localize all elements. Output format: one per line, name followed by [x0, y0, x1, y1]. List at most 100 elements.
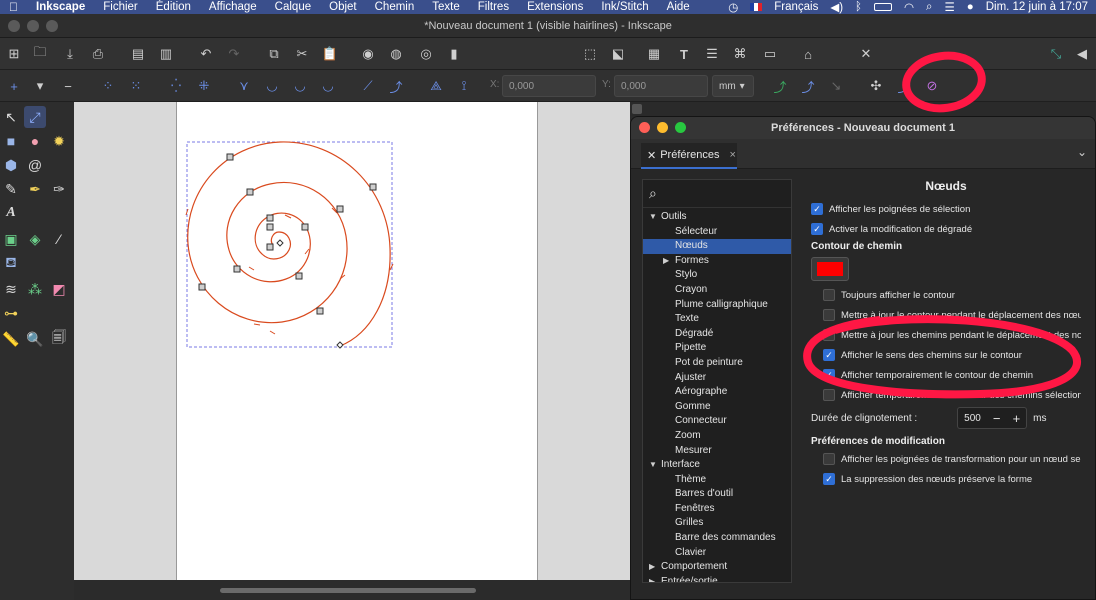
collapsed-arrow-icon[interactable]: ▶ — [663, 254, 669, 269]
object-to-path-icon[interactable]: ⟁ — [426, 76, 446, 96]
x-coordinate-input[interactable]: 0,000 — [502, 75, 596, 97]
scrollbar-thumb[interactable] — [220, 588, 476, 593]
siri-icon[interactable]: ● — [967, 1, 974, 13]
calligraphy-tool-icon[interactable]: ✑ — [48, 178, 70, 200]
tree-item[interactable]: Thème — [643, 473, 791, 488]
plus-icon[interactable]: + — [1013, 411, 1021, 426]
tree-item[interactable]: Grilles — [643, 516, 791, 531]
checkbox-checked[interactable]: ✓ — [823, 349, 835, 361]
zoom-width-icon[interactable]: ▮ — [444, 44, 464, 64]
checkbox-unchecked[interactable] — [823, 453, 835, 465]
delete-segment-icon[interactable]: ⁜ — [194, 76, 214, 96]
option-show-path-direction[interactable]: ✓ Afficher le sens des chemins sur le con… — [823, 349, 1022, 361]
tree-item[interactable]: Plume calligraphique — [643, 298, 791, 313]
checkbox-unchecked[interactable] — [823, 329, 835, 341]
show-handles-icon[interactable]: ⤴ — [798, 76, 818, 96]
battery-icon[interactable] — [873, 3, 892, 11]
save-icon[interactable]: ⤓ — [60, 44, 80, 64]
clock-icon[interactable]: ◷ — [728, 0, 738, 14]
tree-item[interactable]: Stylo — [643, 268, 791, 283]
zoom-tool-icon[interactable]: 🔍 — [24, 328, 46, 350]
tree-item[interactable]: Barres d'outil — [643, 487, 791, 502]
tab-preferences[interactable]: ✕ Préférences × — [641, 143, 737, 169]
tree-item[interactable]: Aérographe — [643, 385, 791, 400]
option-gradient-edit[interactable]: ✓ Activer la modification de dégradé — [811, 223, 972, 235]
tree-item[interactable]: ▼ Interface — [643, 458, 791, 473]
option-show-select-handles[interactable]: ✓ Afficher les poignées de sélection — [811, 203, 970, 215]
preferences-minimize-button[interactable] — [657, 122, 668, 133]
control-center-icon[interactable]: ☰ — [944, 0, 954, 14]
unit-select[interactable]: mm ▾ — [712, 75, 754, 97]
eraser-tool-icon[interactable]: ◩ — [48, 278, 70, 300]
option-transform-handles-single[interactable]: Afficher les poignées de transformation … — [823, 453, 1081, 465]
paint-bucket-tool-icon[interactable]: ⛾ — [0, 252, 22, 274]
chevron-down-icon[interactable]: ⌄ — [1077, 145, 1087, 159]
segment-curve-icon[interactable]: ⤴ — [386, 76, 406, 96]
tree-item[interactable]: Clavier — [643, 546, 791, 561]
wifi-icon[interactable]: ◠ — [904, 0, 914, 14]
clip-path-icon[interactable]: ✣ — [866, 76, 886, 96]
mask-icon[interactable]: ⤴ — [894, 76, 914, 96]
tree-item[interactable]: Gomme — [643, 400, 791, 415]
option-always-show-outline[interactable]: Toujours afficher le contour — [823, 289, 955, 301]
delete-node-icon[interactable]: − — [58, 76, 78, 96]
option-temp-path-outline[interactable]: ✓ Afficher temporairement le contour de c… — [823, 369, 1033, 381]
gradient-tool-icon[interactable]: ▣ — [0, 228, 22, 250]
collapsed-arrow-icon[interactable]: ▶ — [649, 560, 655, 575]
zoom-button[interactable] — [46, 20, 58, 32]
option-update-paths-drag[interactable]: Mettre à jour les chemins pendant le dép… — [823, 329, 1081, 341]
text-tool-icon[interactable]: A — [0, 202, 22, 224]
spray-tool-icon[interactable]: ⁂ — [24, 278, 46, 300]
align-icon[interactable]: ☰ — [702, 44, 722, 64]
flash-duration-input[interactable]: 500 − + — [957, 407, 1028, 429]
connector-tool-icon[interactable]: ⊶ — [0, 302, 22, 324]
outline-color-button[interactable] — [811, 257, 849, 281]
checkbox-checked[interactable]: ✓ — [811, 223, 823, 235]
new-document-icon[interactable]: ⊞ — [4, 44, 24, 64]
star-tool-icon[interactable]: ✹ — [48, 130, 70, 152]
preferences-close-button[interactable] — [639, 122, 650, 133]
menu-affichage[interactable]: Affichage — [200, 1, 266, 13]
menu-extensions[interactable]: Extensions — [518, 1, 592, 13]
spiral-tool-icon[interactable]: @ — [24, 154, 46, 176]
search-icon[interactable]: ⌕ — [926, 1, 932, 14]
pages-tool-icon[interactable]: 🗐 — [48, 328, 70, 350]
ungroup-icon[interactable]: ⬕ — [608, 44, 628, 64]
undo-icon[interactable]: ↶ — [196, 44, 216, 64]
tab-close-icon[interactable]: × — [730, 149, 736, 161]
text-font-icon[interactable]: T — [674, 44, 694, 64]
show-path-outline-icon[interactable]: ⊘ — [922, 76, 942, 96]
menu-inkstitch[interactable]: Ink/Stitch — [592, 1, 657, 13]
preferences-search[interactable]: ⌕ — [643, 180, 791, 208]
tree-item[interactable]: ▼ Outils — [643, 210, 791, 225]
mesh-tool-icon[interactable]: ◈ — [24, 228, 46, 250]
zoom-page-icon[interactable]: ◎ — [416, 44, 436, 64]
tree-item[interactable]: ▶ Entrée/sortie — [643, 575, 791, 582]
auto-smooth-node-icon[interactable]: ◡ — [318, 76, 338, 96]
stroke-to-path-icon[interactable]: ⟟ — [454, 76, 474, 96]
close-button[interactable] — [8, 20, 20, 32]
pen-tool-icon[interactable]: ✒ — [24, 178, 46, 200]
menu-calque[interactable]: Calque — [266, 1, 320, 13]
menu-edition[interactable]: Édition — [147, 1, 200, 13]
join-segment-icon[interactable]: ⁛ — [166, 76, 186, 96]
tweak-tool-icon[interactable]: ≋ — [0, 278, 22, 300]
expanded-arrow-icon[interactable]: ▼ — [649, 458, 657, 473]
tree-item[interactable]: ▶ Formes — [643, 254, 791, 269]
tree-item[interactable]: Ajuster — [643, 371, 791, 386]
insert-node-icon[interactable]: + — [4, 76, 24, 96]
option-update-outline-drag[interactable]: Mettre à jour le contour pendant le dépl… — [823, 309, 1081, 321]
open-icon[interactable]: 🗀 — [30, 44, 50, 64]
dropper-tool-icon[interactable]: ⁄ — [48, 228, 70, 250]
cut-icon[interactable]: ✂ — [292, 44, 312, 64]
menu-app-name[interactable]: Inkscape — [27, 1, 94, 13]
zoom-selection-icon[interactable]: ◉ — [358, 44, 378, 64]
tree-item[interactable]: Sélecteur — [643, 225, 791, 240]
horizontal-scrollbar[interactable] — [74, 580, 630, 600]
measure-tool-icon[interactable]: 📏 — [0, 328, 22, 350]
checkbox-unchecked[interactable] — [823, 389, 835, 401]
tree-item[interactable]: Pot de peinture — [643, 356, 791, 371]
export-icon[interactable]: ▥ — [156, 44, 176, 64]
ellipse-tool-icon[interactable]: ● — [24, 130, 46, 152]
checkbox-checked[interactable]: ✓ — [811, 203, 823, 215]
